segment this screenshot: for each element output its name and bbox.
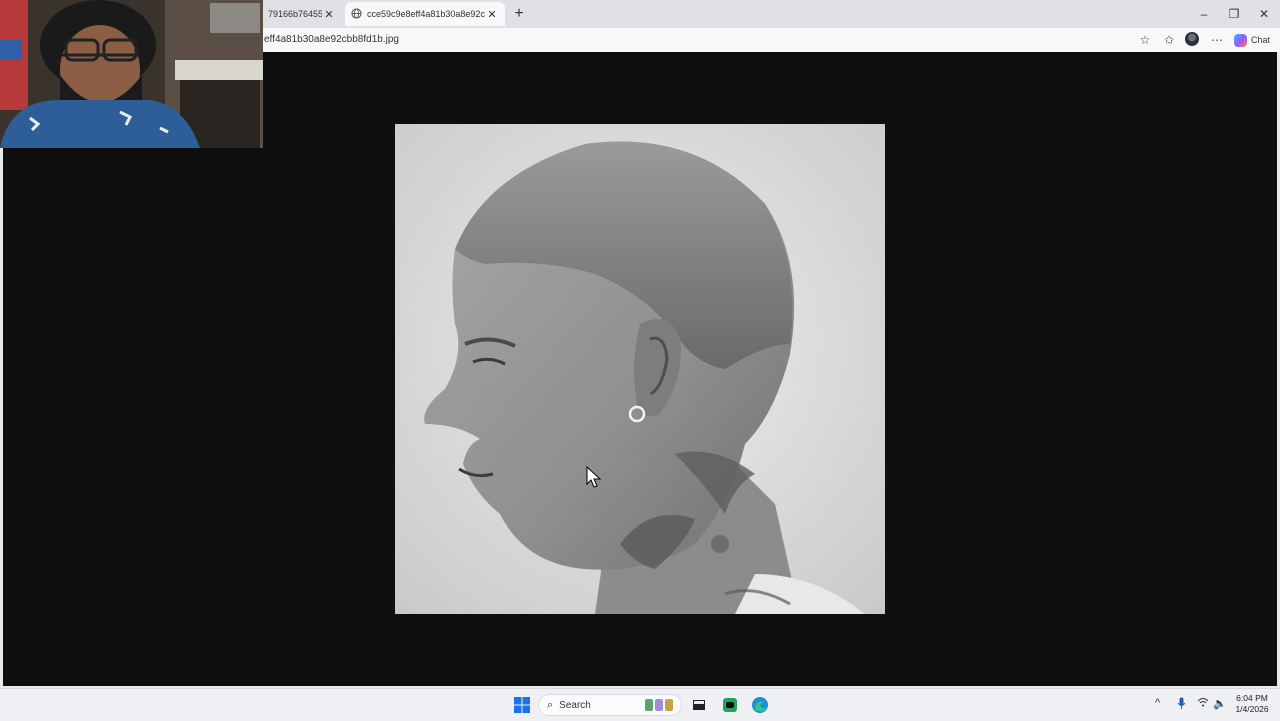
- chevron-up-icon[interactable]: ^: [1155, 697, 1160, 709]
- clock-time: 6:04 PM: [1236, 693, 1268, 703]
- webcam-overlay: [0, 0, 263, 148]
- profile-icon[interactable]: [1185, 32, 1201, 48]
- window-close-icon[interactable]: ✕: [1248, 4, 1280, 24]
- tab-previous-image[interactable]: 79166b7645597d ✕: [262, 2, 342, 26]
- taskbar: ⌕ Search ^ 🔈 6:04 PM 1/4/2026: [0, 688, 1280, 721]
- address-bar[interactable]: eff4a81b30a8e92cbb8fd1b.jpg: [264, 28, 399, 52]
- displayed-photo[interactable]: [395, 124, 885, 614]
- edge-icon[interactable]: [750, 695, 770, 715]
- tab-title: cce59c9e8eff4a81b30a8e92cbb8fd: [367, 9, 485, 19]
- chat-label: Chat: [1251, 35, 1271, 45]
- new-tab-icon[interactable]: +: [509, 4, 529, 24]
- favorites-icon[interactable]: ✩: [1161, 32, 1177, 48]
- tab-current-image[interactable]: cce59c9e8eff4a81b30a8e92cbb8fd ✕: [345, 2, 505, 26]
- windows-start-icon[interactable]: [512, 695, 532, 715]
- maximize-icon[interactable]: ❐: [1218, 4, 1250, 24]
- search-icon: ⌕: [547, 698, 554, 711]
- microphone-icon[interactable]: [1177, 697, 1186, 713]
- app-icon[interactable]: [720, 695, 740, 715]
- search-label: Search: [559, 699, 591, 711]
- speaker-icon[interactable]: 🔈: [1213, 697, 1227, 710]
- clock-date: 1/4/2026: [1235, 704, 1269, 714]
- search-highlights-icon: [645, 699, 673, 711]
- wifi-icon[interactable]: [1197, 697, 1209, 710]
- file-explorer-icon[interactable]: [689, 695, 709, 715]
- close-icon[interactable]: ✕: [485, 8, 499, 21]
- close-icon[interactable]: ✕: [322, 8, 336, 21]
- system-clock[interactable]: 6:04 PM 1/4/2026: [1232, 693, 1272, 715]
- minimize-icon[interactable]: –: [1188, 4, 1220, 24]
- globe-icon: [351, 7, 362, 21]
- favorite-star-icon[interactable]: ☆: [1137, 32, 1153, 48]
- chat-button[interactable]: Chat: [1234, 31, 1270, 49]
- tab-title: 79166b7645597d: [268, 9, 322, 19]
- more-icon[interactable]: ⋯: [1209, 32, 1225, 48]
- copilot-icon: [1234, 33, 1247, 47]
- taskbar-search-box[interactable]: ⌕ Search: [538, 694, 682, 716]
